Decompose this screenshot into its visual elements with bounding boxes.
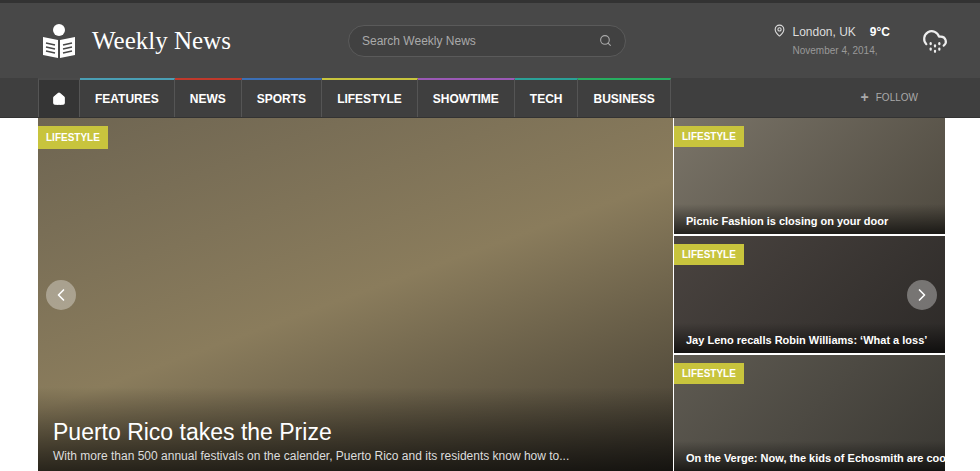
logo-text: Weekly News: [92, 28, 231, 53]
temperature: 9°C: [870, 23, 890, 41]
nav-item[interactable]: SHOWTIME: [418, 78, 515, 117]
chevron-right-icon: [912, 285, 932, 305]
nav-item[interactable]: FEATURES: [80, 78, 175, 117]
logo[interactable]: Weekly News: [40, 23, 348, 59]
pin-icon: [773, 24, 786, 37]
slide-title[interactable]: Puerto Rico takes the Prize: [53, 417, 658, 447]
card-title[interactable]: Picnic Fashion is closing on your door: [674, 204, 945, 234]
category-badge[interactable]: LIFESTYLE: [674, 363, 744, 384]
chevron-left-icon: [51, 285, 71, 305]
follow-button[interactable]: +FOLLOW: [861, 78, 945, 117]
slide-caption: Puerto Rico takes the PrizeWith more tha…: [38, 387, 673, 471]
nav-item[interactable]: LIFESTYLE: [322, 78, 418, 117]
side-card[interactable]: LIFESTYLE On the Verge: Now, the kids of …: [674, 355, 945, 471]
home-icon: [52, 92, 66, 106]
card-title[interactable]: On the Verge: Now, the kids of Echosmith…: [674, 441, 945, 471]
search-icon[interactable]: [599, 34, 612, 47]
side-card[interactable]: LIFESTYLE Jay Leno recalls Robin Williams…: [674, 236, 945, 352]
slide-excerpt: With more than 500 annual festivals on t…: [53, 447, 658, 465]
category-badge[interactable]: LIFESTYLE: [674, 244, 744, 265]
date: November 4, 2014,: [792, 43, 890, 58]
category-badge[interactable]: LIFESTYLE: [674, 126, 744, 147]
nav-item[interactable]: TECH: [515, 78, 579, 117]
page: Weekly News Search Weekly News London, UK 9…: [0, 0, 980, 471]
header: Weekly News Search Weekly News London, UK 9…: [0, 0, 980, 78]
content: LIFESTYLEPuerto Rico takes the PrizeWith…: [0, 118, 980, 471]
location: London, UK: [792, 23, 855, 41]
nav-item[interactable]: NEWS: [175, 78, 242, 117]
prev-button[interactable]: [46, 280, 76, 310]
nav-bar: FEATURESNEWSSPORTSLIFESTYLESHOWTIMETECHB…: [0, 78, 980, 118]
nav-item[interactable]: SPORTS: [242, 78, 322, 117]
weather: London, UK 9°C November 4, 2014,: [773, 23, 890, 58]
nav-item[interactable]: [38, 78, 80, 117]
card-title[interactable]: Jay Leno recalls Robin Williams: ‘What a…: [674, 323, 945, 353]
reader-logo-icon: [40, 23, 78, 59]
cloud-rain-icon: [922, 28, 948, 54]
side-card[interactable]: LIFESTYLE Picnic Fashion is closing on yo…: [674, 118, 945, 234]
category-badge[interactable]: LIFESTYLE: [38, 126, 108, 149]
search-field[interactable]: Search Weekly News: [348, 25, 626, 57]
main-slide[interactable]: LIFESTYLE Puerto Rico takes the PrizeWith…: [38, 118, 673, 471]
search-placeholder: Search Weekly News: [362, 32, 599, 50]
next-button[interactable]: [907, 280, 937, 310]
side-cards: LIFESTYLE Picnic Fashion is closing on yo…: [673, 118, 945, 471]
nav-item[interactable]: BUSINESS: [578, 78, 670, 117]
